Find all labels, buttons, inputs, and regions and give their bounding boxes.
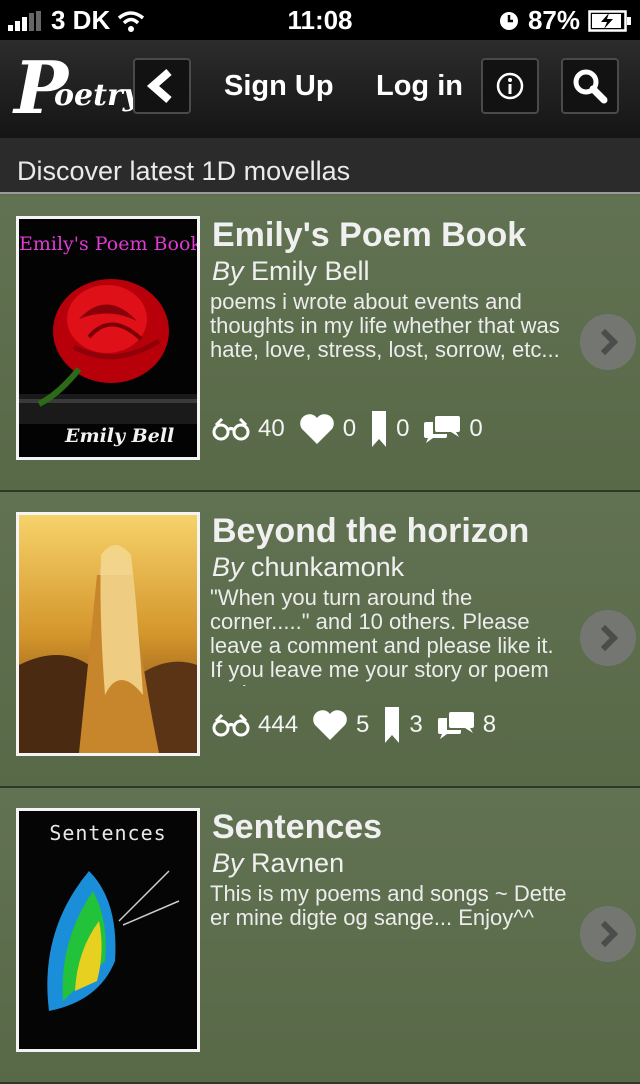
likes-count: 5 [356,711,370,738]
bookmarks-count: 3 [409,711,423,738]
item-description: "When you turn around the corner....." a… [210,586,554,686]
book-cover [16,512,200,756]
list-item[interactable]: Sentences Sentences By Ravnen This is my… [0,788,640,1084]
item-title: Emily's Poem Book [212,216,527,254]
open-item-button[interactable] [580,314,636,370]
item-title: Sentences [212,808,383,846]
bookmark-icon [385,707,400,743]
list-item[interactable]: Beyond the horizon By chunkamonk "When y… [0,492,640,788]
alarm-clock-icon [499,11,518,30]
chevron-right-icon [600,624,619,652]
search-button[interactable] [561,58,619,114]
heart-icon [313,710,347,740]
info-button[interactable] [481,58,539,114]
poetry-logo: P oetry [14,45,141,130]
chevron-right-icon [600,328,619,356]
book-cover: Emily's Poem Book Emily Bell [16,216,200,460]
cover-author: Emily Bell [65,425,175,447]
status-bar: 3 DK 11:08 87% [0,0,640,40]
navigation-bar: P oetry Sign Up Log in [0,40,640,138]
bookmark-icon [372,411,387,447]
chevron-right-icon [600,920,619,948]
item-stats: 40 0 0 0 [212,410,497,448]
open-item-button[interactable] [580,610,636,666]
heart-icon [299,414,334,444]
movella-list: Emily's Poem Book Emily Bell Emily's Poe… [0,196,640,1084]
battery-percent: 87% [527,5,580,35]
cover-title: Sentences [49,821,167,845]
log-in-button[interactable]: Log in [376,58,463,114]
chevron-left-icon [146,69,172,103]
search-icon [573,69,608,104]
info-icon [496,72,524,100]
item-stats: 444 5 3 8 [212,706,510,744]
item-author: By chunkamonk [212,552,405,582]
item-title: Beyond the horizon [212,512,530,550]
section-header: Discover latest 1D movellas [0,138,640,194]
item-description: poems i wrote about events and thoughts … [210,290,560,362]
comments-icon [424,416,461,443]
views-count: 444 [258,711,299,738]
open-item-button[interactable] [580,906,636,962]
battery-charging-icon [588,9,631,32]
item-description: This is my poems and songs ~ Dette er mi… [210,882,567,930]
sign-up-button[interactable]: Sign Up [224,58,334,114]
book-cover: Sentences [16,808,200,1052]
glasses-icon [212,417,250,441]
views-count: 40 [258,415,285,442]
comments-count: 0 [469,415,483,442]
comments-icon [437,712,474,739]
list-item[interactable]: Emily's Poem Book Emily Bell Emily's Poe… [0,196,640,492]
back-button[interactable] [133,58,191,114]
glasses-icon [212,713,250,737]
bookmarks-count: 0 [396,415,410,442]
item-author: By Emily Bell [212,256,370,286]
cover-title: Emily's Poem Book [19,233,200,255]
comments-count: 8 [482,711,497,738]
likes-count: 0 [342,415,357,442]
item-author: By Ravnen [212,848,345,878]
